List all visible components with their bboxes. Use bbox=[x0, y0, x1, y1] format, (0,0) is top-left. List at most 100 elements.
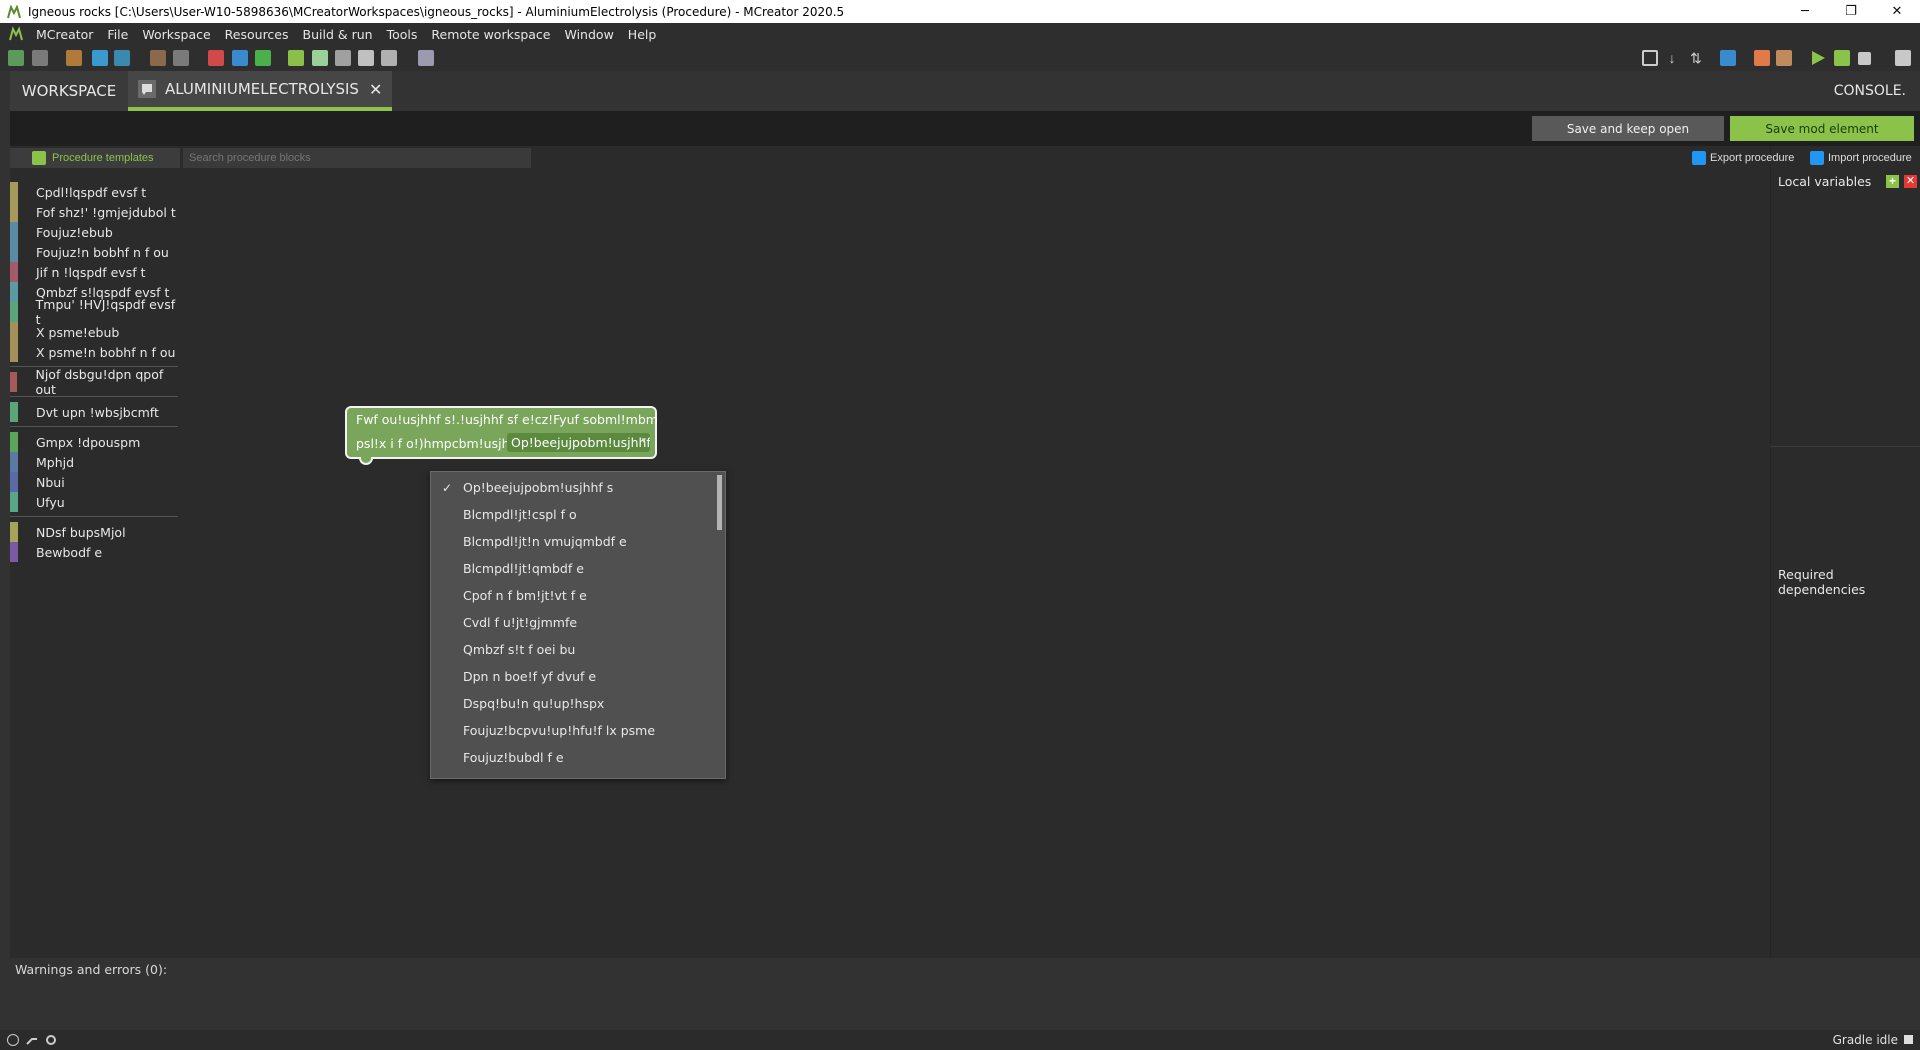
procedure-icon bbox=[138, 80, 156, 98]
palette-category[interactable]: Jif n !lqspdf evsf t bbox=[10, 262, 178, 282]
build-icon[interactable] bbox=[1754, 50, 1770, 66]
upload-arrow-icon[interactable]: ⇅ bbox=[1688, 50, 1704, 66]
palette-category[interactable]: NDsf bupsMjol bbox=[10, 522, 178, 542]
close-tab-icon[interactable]: ✕ bbox=[369, 80, 382, 99]
dropdown-option[interactable]: Blcmpdl!jt!cspl f o bbox=[431, 501, 711, 528]
puzzle-icon[interactable] bbox=[358, 50, 374, 66]
console-tab[interactable]: CONSOLE. bbox=[1834, 83, 1906, 99]
menu-window[interactable]: Window bbox=[559, 27, 622, 42]
palette-category[interactable]: Gmpx !dpouspm bbox=[10, 432, 178, 452]
category-label: Jif n !lqspdf evsf t bbox=[36, 264, 146, 280]
palette-category[interactable]: Tmpu' !HVJ!qspdf evsf t bbox=[10, 297, 178, 327]
menu-help[interactable]: Help bbox=[622, 27, 665, 42]
minimize-button[interactable]: ─ bbox=[1782, 0, 1828, 23]
download-arrow-icon[interactable]: ↓ bbox=[1664, 50, 1680, 66]
dropdown-option[interactable]: Foujuz!bubdl f e bbox=[431, 744, 711, 771]
mcreator-logo-icon bbox=[6, 4, 22, 20]
palette-category[interactable]: Foujuz!ebub bbox=[10, 222, 178, 242]
search-blocks-input[interactable] bbox=[183, 148, 531, 168]
export-procedure-button[interactable]: Export procedure bbox=[1692, 148, 1794, 168]
palette-category[interactable]: Cpdl!lqspdf evsf t bbox=[10, 182, 178, 202]
option-label: Dpn n boe!f yf dvuf e bbox=[463, 669, 597, 684]
event-trigger-block[interactable]: Fwf ou!usjhhf s!.!usjhhf sf e!cz!Fyuf so… bbox=[345, 406, 658, 465]
info-icon[interactable] bbox=[7, 1034, 19, 1046]
nodes-icon[interactable] bbox=[288, 50, 304, 66]
git-branch-icon[interactable] bbox=[1642, 50, 1658, 66]
category-color bbox=[10, 492, 18, 512]
menu-resources[interactable]: Resources bbox=[219, 27, 297, 42]
import-icon[interactable] bbox=[92, 50, 108, 66]
dropdown-scrollbar[interactable] bbox=[717, 475, 722, 530]
cube-icon[interactable] bbox=[381, 50, 397, 66]
dropdown-option[interactable]: Blcmpdl!jt!n vmujqmbdf e bbox=[431, 528, 711, 555]
dropdown-option[interactable]: Cvdl f u!jt!gjmmfe bbox=[431, 609, 711, 636]
save-and-keep-open-button[interactable]: Save and keep open bbox=[1532, 116, 1724, 141]
menu-mcreator[interactable]: MCreator bbox=[30, 27, 101, 42]
blocks-icon[interactable] bbox=[208, 50, 224, 66]
category-label: Fof shz!' !gmjejdubol t bbox=[36, 204, 176, 220]
palette-category[interactable]: Dvt upn !wbsjbcmft bbox=[10, 402, 178, 422]
palette-category[interactable]: Fof shz!' !gmjejdubol t bbox=[10, 202, 178, 222]
dropdown-option[interactable]: Blcmpdl!jt!qmbdf e bbox=[431, 555, 711, 582]
trigger-dropdown-field[interactable]: Op!beejujpobm!usjhhf s ▾ bbox=[507, 433, 650, 452]
texture-icon[interactable] bbox=[66, 50, 82, 66]
menu-file[interactable]: File bbox=[101, 27, 136, 42]
save-mod-element-button[interactable]: Save mod element bbox=[1730, 116, 1914, 141]
palette-category[interactable]: Foujuz!n bobhf n f ou bbox=[10, 242, 178, 262]
option-label: Blcmpdl!jt!cspl f o bbox=[463, 507, 577, 522]
structure-icon[interactable] bbox=[173, 50, 189, 66]
chat-icon[interactable] bbox=[312, 50, 328, 66]
tab-aluminiumelectrolysis[interactable]: ALUMINIUMELECTROLYSIS ✕ bbox=[128, 71, 392, 111]
dropdown-option[interactable]: Dpn n boe!f yf dvuf e bbox=[431, 663, 711, 690]
dropdown-option[interactable]: Qmbzf s!t f oei bu bbox=[431, 636, 711, 663]
gear-icon[interactable] bbox=[45, 1034, 57, 1046]
workspace-view-icon[interactable] bbox=[32, 50, 48, 66]
palette-category[interactable]: Nbui bbox=[10, 472, 178, 492]
category-color bbox=[10, 282, 18, 302]
category-color bbox=[10, 222, 18, 242]
menu-workspace[interactable]: Workspace bbox=[136, 27, 218, 42]
menu-tools[interactable]: Tools bbox=[381, 27, 426, 42]
export-icon bbox=[1692, 151, 1706, 165]
dropdown-option[interactable]: ✓ Op!beejujpobm!usjhhf s bbox=[431, 474, 711, 501]
category-label: Foujuz!n bobhf n f ou bbox=[36, 244, 169, 260]
action-bar: Save and keep open Save mod element bbox=[10, 111, 1920, 146]
palette-category[interactable]: Njof dsbgu!dpn qpof out bbox=[10, 367, 178, 397]
warnings-panel: Warnings and errors (0): bbox=[0, 958, 1920, 1030]
maximize-button[interactable]: ❐ bbox=[1828, 0, 1874, 23]
dropdown-option[interactable]: Cpof n f bm!jt!vt f e bbox=[431, 582, 711, 609]
palette-category[interactable]: Ufyu bbox=[10, 492, 178, 512]
palette-category[interactable]: Mphjd bbox=[10, 452, 178, 472]
import-procedure-button[interactable]: Import procedure bbox=[1810, 148, 1912, 168]
hammer-icon[interactable] bbox=[1776, 50, 1792, 66]
close-window-button[interactable]: ✕ bbox=[1874, 0, 1920, 23]
stop-icon[interactable] bbox=[1858, 52, 1871, 65]
tab-workspace[interactable]: WORKSPACE bbox=[10, 71, 128, 111]
palette-category[interactable]: Bewbodf e bbox=[10, 542, 178, 562]
tab-label: ALUMINIUMELECTROLYSIS bbox=[165, 80, 359, 98]
remove-variable-button[interactable]: ✕ bbox=[1904, 175, 1917, 188]
sound-icon[interactable] bbox=[150, 50, 166, 66]
palette-category[interactable]: X psme!ebub bbox=[10, 322, 178, 342]
menu-remote-workspace[interactable]: Remote workspace bbox=[425, 27, 558, 42]
option-label: Qmbzf s!t f oei bu bbox=[463, 642, 576, 657]
share-icon[interactable] bbox=[26, 1034, 38, 1046]
tool-icon[interactable] bbox=[335, 50, 351, 66]
blockly-workspace[interactable] bbox=[180, 174, 1770, 958]
server-icon[interactable] bbox=[418, 50, 434, 66]
run-client-icon[interactable] bbox=[1810, 50, 1826, 66]
workspace-settings-icon[interactable] bbox=[8, 50, 24, 66]
palette-category[interactable]: X psme!n bobhf n f ou bbox=[10, 342, 178, 362]
procedure-templates-button[interactable]: Procedure templates bbox=[10, 148, 180, 168]
add-variable-button[interactable]: + bbox=[1886, 175, 1899, 188]
menu-build-run[interactable]: Build & run bbox=[297, 27, 381, 42]
deploy-icon[interactable] bbox=[1720, 50, 1736, 66]
dropdown-option[interactable]: Foujuz!bcpvu!up!hfu!f lx psme bbox=[431, 717, 711, 744]
image-icon[interactable] bbox=[114, 50, 130, 66]
layout-icon[interactable] bbox=[255, 50, 271, 66]
run-server-icon[interactable] bbox=[1834, 50, 1850, 66]
grid-icon[interactable] bbox=[232, 50, 248, 66]
export-jar-icon[interactable] bbox=[1895, 50, 1911, 66]
dropdown-option[interactable]: Dspq!bu!n qu!up!hspx bbox=[431, 690, 711, 717]
option-label: Blcmpdl!jt!qmbdf e bbox=[463, 561, 584, 576]
